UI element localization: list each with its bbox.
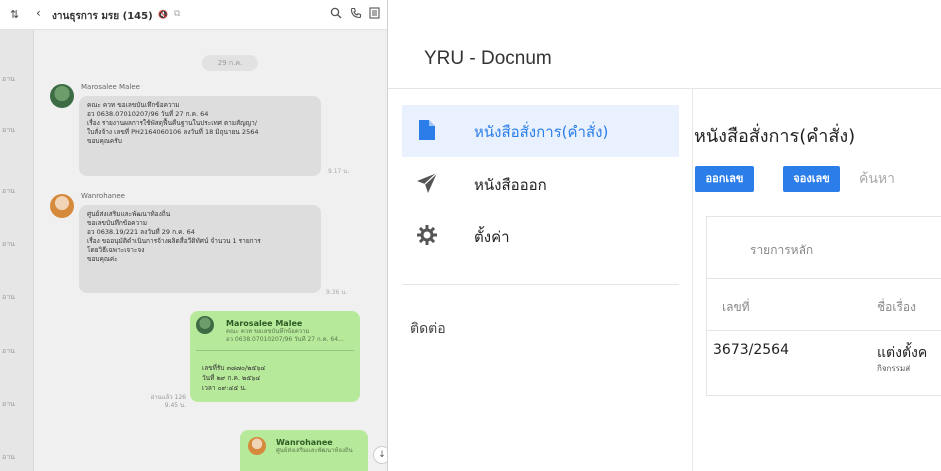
sidebar-item-label: ตั้งค่า (474, 228, 510, 246)
gear-icon (414, 222, 440, 248)
reply-line: เลขที่รับ ๓๘๗๐/๒๕๖๔ (202, 364, 266, 372)
message-line: เรื่อง ขออนุมัติดำเนินการจ้างผลิตสื่อวีด… (87, 237, 261, 245)
sidebar-item-orders[interactable]: หนังสือสั่งการ(คำสั่ง) (402, 105, 679, 157)
mute-icon: 🔇 (158, 10, 168, 19)
scroll-down-button[interactable]: ↓ (373, 446, 387, 464)
message-line: ศูนย์ส่งเสริมและพัฒนาท้องถิ่น (87, 210, 171, 218)
gutter-label: อาน (2, 187, 15, 195)
read-receipt: อ่านแล้ว 126 9.45 น. (150, 394, 186, 409)
message-time: 9.17 น. (328, 168, 350, 175)
gutter-label: อาน (2, 347, 15, 355)
sidebar-divider (692, 88, 693, 471)
gutter-label: อาน (2, 453, 15, 461)
message-line: เรื่อง รายงานผลการใช้พัสดุฟื้นคืนฐานในปร… (87, 119, 257, 127)
column-number: เลขที่ (722, 300, 750, 314)
message-time: 9.36 น. (326, 289, 348, 296)
message-line: ใบสั่งจ้าง เลขที่ PH2164060106 ลงวันที่ … (87, 128, 259, 136)
gutter-label: อาน (2, 75, 15, 83)
search-icon[interactable] (330, 7, 342, 22)
quoted-sender: Marosalee Malee (226, 319, 303, 328)
reply-line: วันที่ ๒๙ ก.ค. ๒๕๖๔ (202, 374, 261, 382)
search-label[interactable]: ค้นหา (859, 168, 895, 190)
message-line: ขอบคุณครับ (87, 137, 122, 145)
sidebar-item-label: หนังสือสั่งการ(คำสั่ง) (474, 123, 609, 141)
quoted-line: ศูนย์ส่งเสริมและพัฒนาท้องถิ่น (276, 447, 353, 454)
quoted-sender: Wanrohanee (276, 438, 333, 447)
send-icon (414, 170, 440, 196)
message-line: อว 0638.19/221 ลงวันที่ 29 ก.ค. 64 (87, 228, 195, 236)
tab-main[interactable]: รายการหลัก (750, 241, 813, 260)
row-subject: แต่งตั้งค (877, 345, 928, 361)
column-subject: ชื่อเรื่อง (877, 300, 916, 314)
date-separator: 29 ก.ค. (202, 55, 258, 71)
table-header: เลขที่ ชื่อเรื่อง (707, 279, 941, 331)
quoted-message[interactable]: Marosalee Malee คณะ ควท ขอเลขบันทึกข้อคว… (196, 317, 354, 351)
message-line: โดยวิธีเฉพาะเจาะจง (87, 246, 145, 254)
message-line: ขอเลขบันทึกข้อความ (87, 219, 148, 227)
gutter-label: อาน (2, 126, 15, 134)
documents-table: รายการหลัก ร เลขที่ ชื่อเรื่อง 3673/2564… (706, 216, 941, 396)
phone-icon[interactable] (350, 7, 362, 22)
header-divider (388, 88, 941, 89)
message-line: คณะ ควท ขอเลขบันเทึกข้อความ (87, 101, 180, 109)
quoted-line: คณะ ควท ขอเลขบันทึกข้อความ (226, 328, 310, 335)
table-tabs: รายการหลัก ร (707, 217, 941, 279)
contact-link[interactable]: ติดต่อ (410, 318, 446, 340)
message-line: อว 0638.07010207/96 วันที่ 27 ก.ค. 64 (87, 110, 209, 118)
sidebar-item-settings[interactable]: ตั้งค่า (402, 210, 679, 262)
copy-icon[interactable]: ⧉ (174, 9, 180, 19)
reply-line: เวลา ๐๙:๔๕ น. (202, 384, 247, 392)
issue-number-button[interactable]: ออกเลข (695, 166, 754, 192)
reserve-number-button[interactable]: จองเลข (783, 166, 840, 192)
avatar[interactable] (50, 194, 74, 218)
reply-bubble[interactable]: Wanrohanee ศูนย์ส่งเสริมและพัฒนาท้องถิ่น (240, 430, 368, 471)
row-subject-sub: กิจกรรมส่ (877, 364, 911, 373)
notes-icon[interactable] (369, 7, 380, 22)
gutter-label: อาน (2, 240, 15, 248)
sort-icon[interactable]: ⇅ (10, 8, 19, 21)
chat-title: งานธุรการ มรย (145) (52, 11, 153, 22)
chat-header: ⇅ ‹ งานธุรการ มรย (145) 🔇 ⧉ (0, 0, 387, 30)
quoted-line: อว 0638.07010207/96 วันที่ 27 ก.ค. 64... (226, 336, 344, 343)
message-sender: Wanrohanee (81, 192, 125, 200)
table-row[interactable]: 3673/2564 แต่งตั้งค กิจกรรมส่ (707, 331, 941, 387)
message-line: ขอบคุณค่ะ (87, 255, 118, 263)
document-icon (414, 117, 440, 143)
gutter-label: อาน (2, 293, 15, 301)
back-icon[interactable]: ‹ (36, 6, 41, 20)
message-sender: Marosalee Malee (81, 83, 140, 91)
chat-panel: ⇅ ‹ งานธุรการ มรย (145) 🔇 ⧉ อาน อาน อาน … (0, 0, 388, 471)
page-title: หนังสือสั่งการ(คำสั่ง) (694, 126, 856, 147)
message-bubble[interactable]: ศูนย์ส่งเสริมและพัฒนาท้องถิ่น ขอเลขบันทึ… (79, 205, 321, 293)
sidebar-separator (402, 284, 679, 285)
chat-list-gutter: อาน อาน อาน อาน อาน อาน อาน อาน (0, 30, 34, 471)
app-title: YRU - Docnum (424, 48, 552, 69)
message-bubble[interactable]: คณะ ควท ขอเลขบันเทึกข้อความ อว 0638.0701… (79, 96, 321, 176)
quoted-message[interactable]: Wanrohanee ศูนย์ส่งเสริมและพัฒนาท้องถิ่น (246, 436, 362, 461)
avatar[interactable] (50, 84, 74, 108)
docnum-app: YRU - Docnum หนังสือสั่งการ(คำสั่ง) หนัง… (388, 0, 941, 471)
reply-bubble[interactable]: Marosalee Malee คณะ ควท ขอเลขบันทึกข้อคว… (190, 311, 360, 402)
row-number: 3673/2564 (713, 342, 789, 358)
gutter-label: อาน (2, 400, 15, 408)
sidebar-item-outgoing[interactable]: หนังสือออก (402, 158, 679, 210)
sidebar-item-label: หนังสือออก (474, 176, 547, 194)
